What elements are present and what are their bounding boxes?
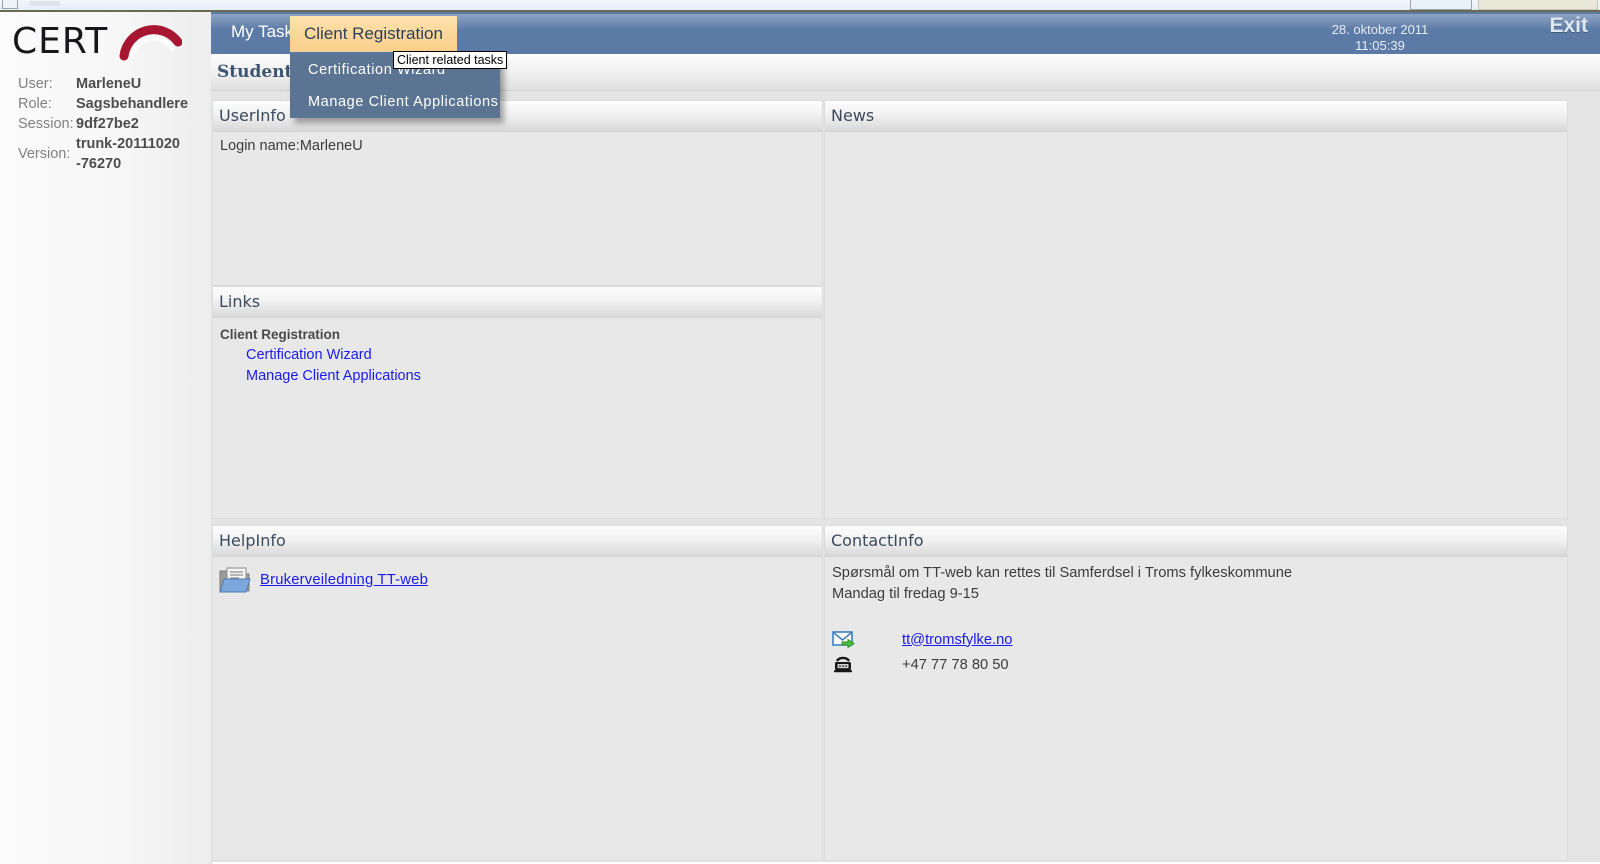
panel-news-header: News <box>825 101 1567 132</box>
contact-row-email: tt@tromsfylke.no <box>831 627 1561 652</box>
panel-news-title: News <box>831 106 875 125</box>
panel-userinfo-body: Login name:MarleneU <box>213 132 822 160</box>
list-item: Manage Client Applications <box>219 367 816 384</box>
time-text: 11:05:39 <box>1355 38 1405 53</box>
panel-contactinfo: ContactInfo Spørsmål om TT-web kan rette… <box>824 525 1568 861</box>
envelope-icon <box>832 630 856 650</box>
browser-toolbar-item[interactable] <box>30 1 60 6</box>
contact-row-phone: +47 77 78 80 50 <box>831 652 1561 677</box>
contact-line-2: Mandag til fredag 9-15 <box>832 586 979 602</box>
sidebar: CERT User: MarleneU Role: Sagsbehandlere… <box>0 10 212 864</box>
login-name-label: Login name: <box>220 138 300 154</box>
link-email[interactable]: tt@tromsfylke.no <box>902 632 1012 648</box>
panel-contactinfo-body: Spørsmål om TT-web kan rettes til Samfer… <box>825 557 1567 683</box>
info-label-role: Role: <box>18 96 52 112</box>
info-row-user: User: MarleneU <box>18 74 208 94</box>
panel-links-title: Links <box>219 292 261 311</box>
telephone-icon <box>832 655 856 675</box>
panel-contactinfo-title: ContactInfo <box>831 531 924 550</box>
info-label-user: User: <box>18 76 53 92</box>
date-text: 28. oktober 2011 <box>1331 22 1429 37</box>
link-manage-client-applications[interactable]: Manage Client Applications <box>246 368 421 384</box>
datetime-display: 28. oktober 2011 11:05:39 <box>1290 22 1470 54</box>
panel-links: Links Client Registration Certification … <box>212 286 823 519</box>
cert-logo: CERT <box>12 20 183 64</box>
info-value-version: trunk-20111020 -76270 <box>76 136 180 172</box>
link-certification-wizard[interactable]: Certification Wizard <box>246 347 372 363</box>
info-row-version: Version: trunk-20111020 -76270 <box>18 134 208 174</box>
links-list: Certification Wizard Manage Client Appli… <box>219 346 816 384</box>
exit-link[interactable]: Exit <box>1549 14 1588 38</box>
login-name-row: Login name:MarleneU <box>219 138 816 154</box>
panel-helpinfo-body: Brukerveiledning TT-web <box>213 557 822 599</box>
panel-userinfo: UserInfo Login name:MarleneU <box>212 100 823 286</box>
tooltip-client-related-tasks: Client related tasks <box>393 51 508 69</box>
login-name-value: MarleneU <box>299 138 363 154</box>
svg-text:CERT: CERT <box>12 21 108 62</box>
panel-links-header: Links <box>213 287 822 318</box>
info-label-version: Version: <box>18 146 71 162</box>
info-row-session: Session: 9df27be2 <box>18 114 208 134</box>
tab-client-registration[interactable]: Client Registration <box>290 16 457 52</box>
info-value-user: MarleneU <box>76 76 142 92</box>
info-label-session: Session: <box>18 116 74 132</box>
panel-contactinfo-header: ContactInfo <box>825 526 1567 557</box>
top-navigation-bar: My Tasks Client Registration 28. oktober… <box>211 10 1600 56</box>
phone-number: +47 77 78 80 50 <box>902 656 1009 673</box>
menu-item-manage-client-applications[interactable]: Manage Client Applications <box>290 86 500 118</box>
panel-helpinfo: HelpInfo Brukerveiledning TT-web <box>212 525 823 861</box>
browser-search-box[interactable] <box>1410 0 1472 10</box>
help-link-row: Brukerveiledning TT-web <box>219 567 816 593</box>
list-item: Certification Wizard <box>219 346 816 363</box>
panel-links-body: Client Registration Certification Wizard… <box>213 318 822 394</box>
info-row-role: Role: Sagsbehandlere <box>18 94 208 114</box>
links-group-title: Client Registration <box>220 327 341 342</box>
info-value-session: 9df27be2 <box>76 116 139 132</box>
top-navigation-inner: My Tasks Client Registration 28. oktober… <box>211 14 1600 56</box>
content-area: Student P UserInfo Login name:MarleneU L… <box>211 54 1600 862</box>
contact-line-1: Spørsmål om TT-web kan rettes til Samfer… <box>832 565 1293 581</box>
browser-back-button[interactable] <box>2 0 18 9</box>
panel-news-body <box>825 132 1567 144</box>
application-page: CERT User: MarleneU Role: Sagsbehandlere… <box>0 10 1600 864</box>
panel-helpinfo-header: HelpInfo <box>213 526 822 557</box>
contact-rows: tt@tromsfylke.no +47 77 78 80 50 <box>831 627 1561 677</box>
session-info: User: MarleneU Role: Sagsbehandlere Sess… <box>18 74 208 174</box>
link-brukerveiledning[interactable]: Brukerveiledning TT-web <box>260 572 428 588</box>
info-value-role: Sagsbehandlere <box>76 96 189 112</box>
panel-helpinfo-title: HelpInfo <box>219 531 286 550</box>
browser-toolbar-right[interactable] <box>1478 0 1598 10</box>
panel-news: News <box>824 100 1568 519</box>
folder-document-icon <box>219 567 253 593</box>
